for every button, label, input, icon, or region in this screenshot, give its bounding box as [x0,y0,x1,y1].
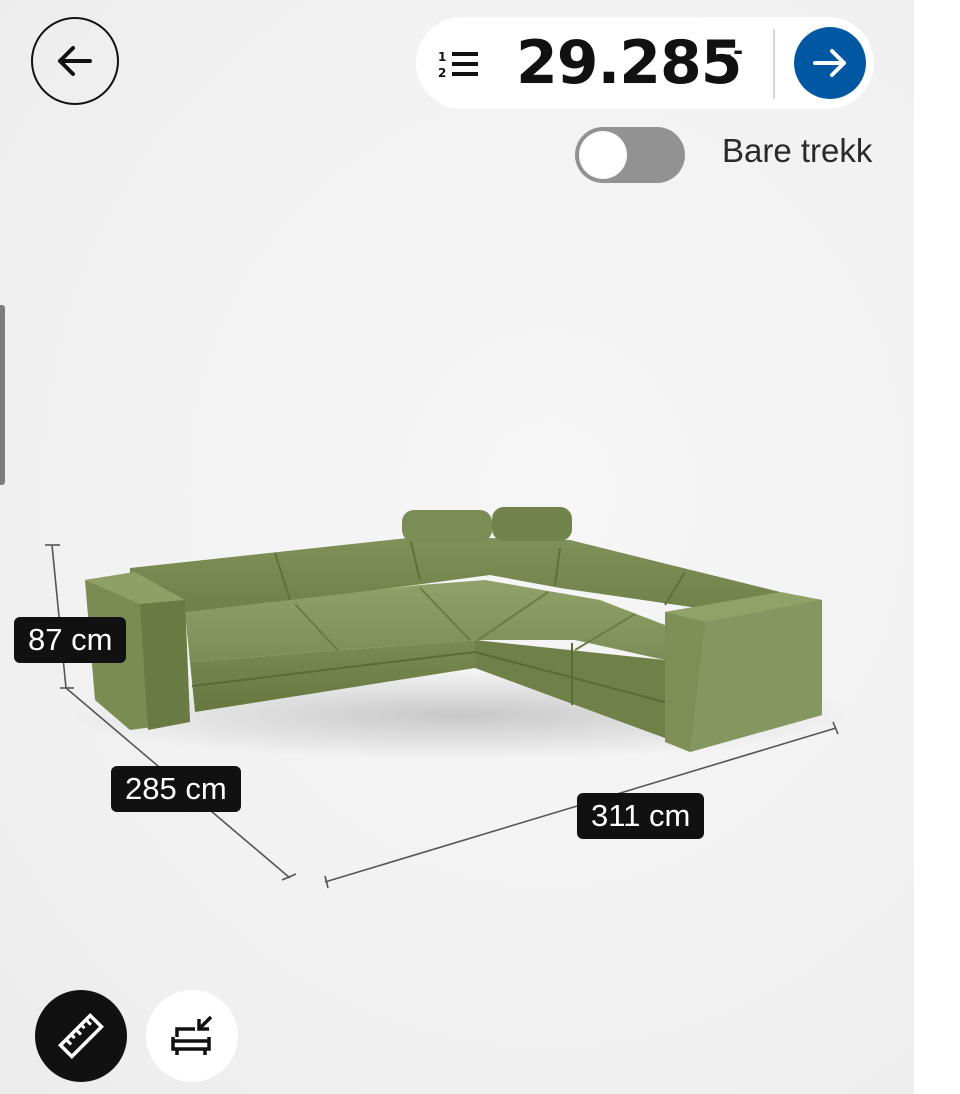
numbered-list-icon[interactable]: 1 2 [438,49,484,79]
arrow-left-icon [58,46,92,76]
divider [773,29,775,99]
place-in-room-button[interactable] [146,990,238,1082]
back-button[interactable] [31,17,119,105]
sofa-place-icon [171,1015,213,1055]
toggle-knob [579,131,627,179]
depth-dimension-badge: 285 cm [111,766,241,812]
price-suffix: ,- [724,37,744,65]
next-button[interactable] [794,27,866,99]
cover-only-label: Bare trekk [722,132,873,169]
total-price: 29.285 [516,28,743,98]
width-dimension-badge: 311 cm [577,793,705,839]
price-summary-bar[interactable]: 1 2 29.285 ,- [416,17,874,109]
arrow-right-icon [813,49,846,77]
product-viewer[interactable]: 1 2 29.285 ,- Bare trekk 87 cm 285 cm 31… [0,0,914,1094]
svg-text:2: 2 [438,66,446,79]
svg-text:1: 1 [438,50,446,64]
measure-button[interactable] [35,990,127,1082]
ruler-icon [58,1013,104,1059]
cover-only-toggle[interactable] [575,127,685,183]
height-dimension-badge: 87 cm [14,617,127,663]
